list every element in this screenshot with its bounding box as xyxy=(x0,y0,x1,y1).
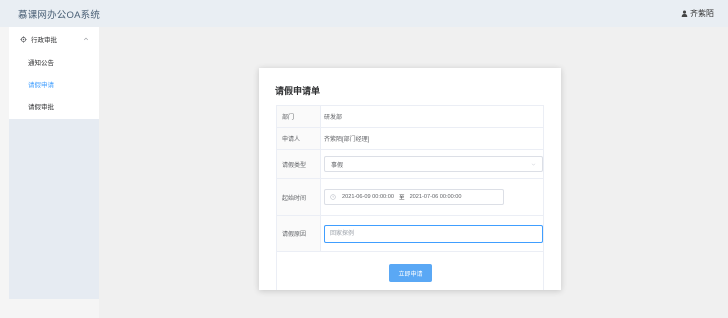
reason-label: 请假原因 xyxy=(277,216,321,251)
applicant-label: 申请人 xyxy=(277,128,321,149)
form-row-leave-type: 请假类型 事假 xyxy=(277,150,543,179)
chevron-down-icon xyxy=(531,163,536,166)
user-name: 齐紫陌 xyxy=(690,9,714,18)
range-separator: 至 xyxy=(398,195,405,201)
form-row-reason: 请假原因 xyxy=(277,216,543,252)
user-menu[interactable]: 齐紫陌 xyxy=(681,8,714,19)
app-title: 慕课网办公OA系统 xyxy=(18,9,101,21)
end-date[interactable]: 2021-07-06 00:00:00 xyxy=(410,194,462,200)
clock-icon xyxy=(330,194,336,200)
leave-form-table: 部门 研发部 申请人 齐紫陌[部门经理] 请假类型 事假 起始时间 2021-0… xyxy=(276,105,544,290)
sidebar-item-notices[interactable]: 通知公告 xyxy=(9,51,99,73)
department-label: 部门 xyxy=(277,106,321,127)
sidebar-item-label: 通知公告 xyxy=(28,60,54,67)
sidebar-group-label: 行政审批 xyxy=(31,37,57,44)
form-row-applicant: 申请人 齐紫陌[部门经理] xyxy=(277,128,543,150)
form-row-time-range: 起始时间 2021-06-09 00:00:00 至 2021-07-06 00… xyxy=(277,179,543,216)
sidebar: 行政审批 通知公告 请假申请 请假审批 xyxy=(9,27,99,299)
sidebar-item-leave-approval[interactable]: 请假审批 xyxy=(9,95,99,117)
form-row-department: 部门 研发部 xyxy=(277,106,543,128)
department-value: 研发部 xyxy=(324,115,343,121)
chevron-up-icon xyxy=(83,37,89,41)
submit-application-button[interactable]: 立即申请 xyxy=(389,264,432,282)
applicant-value: 齐紫陌[部门经理] xyxy=(324,137,370,143)
sidebar-item-label: 请假申请 xyxy=(28,82,54,89)
start-date[interactable]: 2021-06-09 00:00:00 xyxy=(342,194,394,200)
sidebar-menu: 行政审批 通知公告 请假申请 请假审批 xyxy=(9,27,99,119)
sidebar-item-label: 请假审批 xyxy=(28,104,54,111)
app-header: 慕课网办公OA系统 齐紫陌 xyxy=(0,0,728,27)
sidebar-item-leave-apply[interactable]: 请假申请 xyxy=(9,73,99,95)
sidebar-group-admin-approval[interactable]: 行政审批 xyxy=(9,27,99,51)
leave-type-label: 请假类型 xyxy=(277,150,321,178)
leave-application-dialog: 请假申请单 部门 研发部 申请人 齐紫陌[部门经理] 请假类型 事假 起始时间 … xyxy=(259,68,561,290)
user-icon xyxy=(681,10,688,17)
dialog-title: 请假申请单 xyxy=(275,86,321,96)
leave-type-value: 事假 xyxy=(331,162,344,169)
time-range-label: 起始时间 xyxy=(277,179,321,215)
date-range-picker[interactable]: 2021-06-09 00:00:00 至 2021-07-06 00:00:0… xyxy=(324,189,504,205)
reason-input[interactable] xyxy=(324,224,543,243)
leave-type-select[interactable]: 事假 xyxy=(324,156,543,172)
gear-icon xyxy=(20,35,27,43)
